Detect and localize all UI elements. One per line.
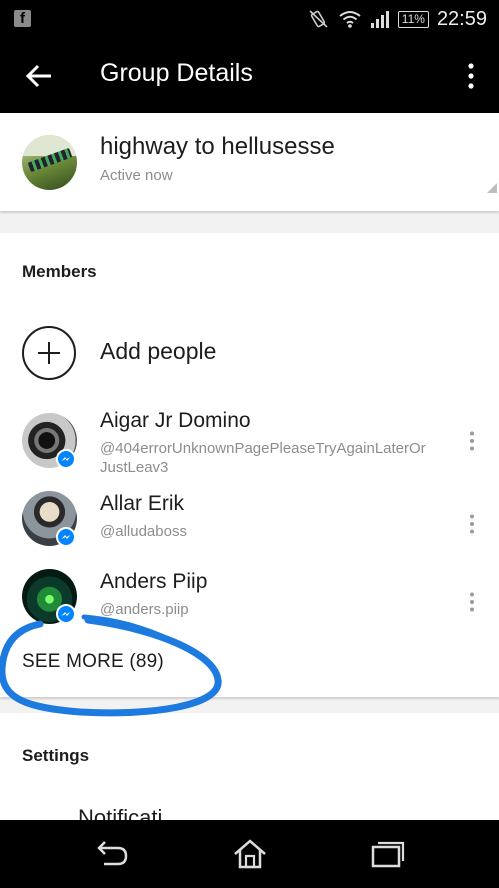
wifi-icon bbox=[339, 11, 361, 28]
add-people-button[interactable]: Add people bbox=[0, 321, 499, 387]
navigation-bar bbox=[0, 820, 499, 888]
battery-indicator: 11% bbox=[397, 10, 429, 28]
facebook-notification-icon: f bbox=[14, 10, 31, 27]
app-bar: Group Details bbox=[0, 37, 499, 113]
messenger-badge-icon bbox=[56, 604, 76, 624]
settings-title: Settings bbox=[22, 746, 90, 765]
signal-icon bbox=[370, 11, 389, 28]
member-handle: @404errorUnknownPagePleaseTryAgainLaterO… bbox=[100, 440, 426, 476]
recents-icon[interactable] bbox=[370, 838, 406, 870]
notifications-item[interactable]: Notificati bbox=[78, 805, 162, 820]
member-options-icon[interactable] bbox=[469, 431, 475, 451]
status-icons: 11% 22:59 bbox=[308, 6, 487, 32]
page-title: Group Details bbox=[100, 59, 253, 87]
group-name: highway to hellusesse bbox=[100, 133, 335, 160]
group-active-status: Active now bbox=[100, 167, 173, 184]
group-avatar[interactable] bbox=[22, 135, 77, 190]
plus-icon bbox=[22, 326, 76, 380]
group-header[interactable]: highway to hellusesse Active now bbox=[0, 113, 499, 211]
see-more-button[interactable]: SEE MORE (89) bbox=[22, 651, 164, 673]
members-section: Members Add people Aigar Jr Domino @404e… bbox=[0, 233, 499, 697]
member-row[interactable]: Anders Piip @anders.piip bbox=[0, 566, 499, 641]
back-nav-icon[interactable] bbox=[94, 838, 130, 870]
status-bar: f 11% 22:59 bbox=[0, 0, 499, 37]
member-options-icon[interactable] bbox=[469, 592, 475, 612]
group-details-content[interactable]: highway to hellusesse Active now Members… bbox=[0, 113, 499, 820]
clock: 22:59 bbox=[436, 7, 487, 30]
member-row[interactable]: Aigar Jr Domino @404errorUnknownPagePlea… bbox=[0, 403, 499, 481]
member-name: Aigar Jr Domino bbox=[100, 409, 251, 432]
messenger-badge-icon bbox=[56, 449, 76, 469]
member-name: Allar Erik bbox=[100, 492, 185, 515]
settings-section: Settings Notificati bbox=[0, 713, 499, 820]
overflow-menu-icon[interactable] bbox=[467, 63, 475, 89]
add-people-label: Add people bbox=[100, 338, 217, 364]
corner-indicator-icon bbox=[487, 183, 497, 193]
members-title: Members bbox=[22, 262, 97, 281]
messenger-badge-icon bbox=[56, 527, 76, 547]
member-handle: @alludaboss bbox=[100, 523, 187, 540]
silent-vibrate-icon bbox=[309, 10, 328, 28]
member-name: Anders Piip bbox=[100, 570, 208, 593]
member-handle: @anders.piip bbox=[100, 601, 189, 618]
back-arrow-icon[interactable] bbox=[24, 61, 54, 91]
member-row[interactable]: Allar Erik @alludaboss bbox=[0, 488, 499, 563]
home-icon[interactable] bbox=[232, 838, 268, 870]
member-options-icon[interactable] bbox=[469, 514, 475, 534]
